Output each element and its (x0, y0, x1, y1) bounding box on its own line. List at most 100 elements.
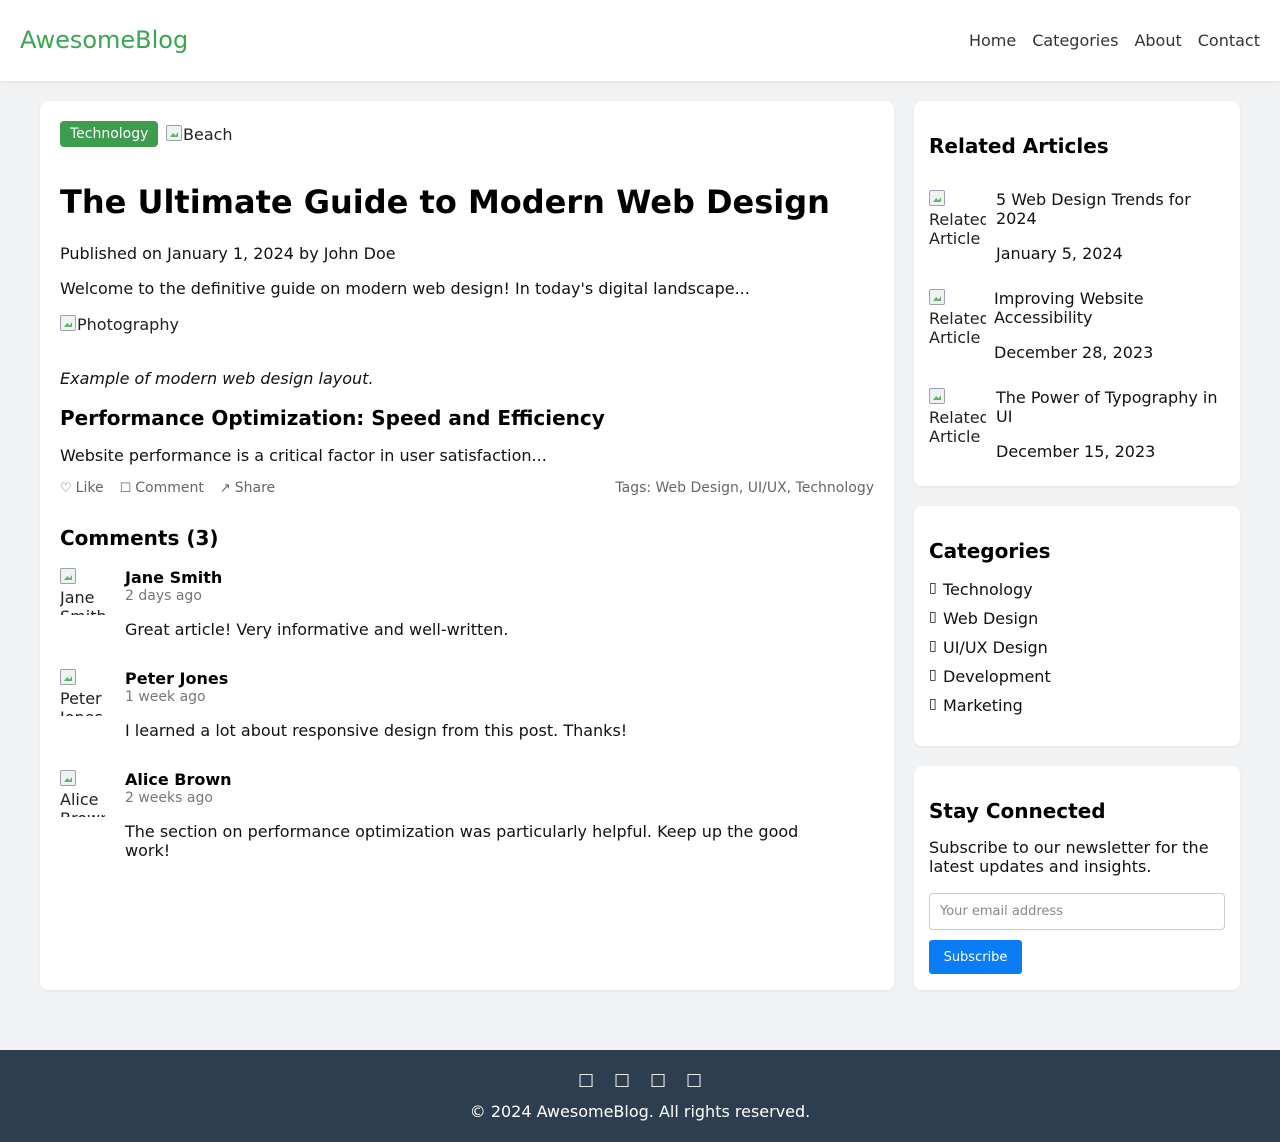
folder-icon: ▯ (929, 638, 937, 654)
category-label: Technology (943, 580, 1033, 599)
related-title[interactable]: The Power of Typography in UI (996, 388, 1226, 426)
category-item-technology[interactable]: ▯ Technology (929, 580, 1033, 599)
comment-author: Jane Smith (125, 568, 223, 587)
site-header: AwesomeBlog Home Categories About Contac… (0, 0, 1280, 81)
avatar-alt: Peter Jones (60, 689, 103, 716)
subscribe-button[interactable]: Subscribe (929, 940, 1022, 974)
related-thumb: Related Article 1 (929, 190, 986, 247)
related-date: January 5, 2024 (996, 244, 1123, 263)
category-item-marketing[interactable]: ▯ Marketing (929, 696, 1023, 715)
main-nav: Home Categories About Contact (969, 31, 1260, 50)
share-icon: ↗ (219, 480, 231, 496)
social-links: □ □ □ □ (0, 1070, 1280, 1090)
related-date: December 15, 2023 (996, 442, 1156, 461)
broken-image-icon (60, 669, 76, 685)
facebook-icon[interactable]: □ (578, 1070, 594, 1090)
hero-image-alt: Beach (183, 125, 233, 144)
related-title[interactable]: 5 Web Design Trends for 2024 (996, 190, 1226, 228)
categories-heading: Categories (929, 539, 1051, 563)
comment-text: I learned a lot about responsive design … (125, 721, 628, 740)
avatar-alt: Jane Smith (60, 588, 105, 615)
comment-time: 1 week ago (125, 689, 206, 705)
related-thumb-alt: Related Article 1 (929, 210, 986, 247)
folder-icon: ▯ (929, 609, 937, 625)
article-actions: ♡ Like ☐ Comment ↗ Share (60, 480, 275, 496)
article-intro: Welcome to the definitive guide on moder… (60, 279, 750, 298)
newsletter-text: Subscribe to our newsletter for the late… (929, 838, 1209, 876)
section-heading: Performance Optimization: Speed and Effi… (60, 406, 605, 430)
linkedin-icon[interactable]: □ (686, 1070, 702, 1090)
category-label: Web Design (943, 609, 1039, 628)
comment-author: Peter Jones (125, 669, 229, 688)
like-button[interactable]: ♡ Like (60, 480, 104, 496)
related-date: December 28, 2023 (994, 343, 1154, 362)
related-article-item[interactable]: Related Article 2 Improving Website Acce… (929, 289, 1229, 364)
category-label: Marketing (943, 696, 1023, 715)
article-tags: Tags: Web Design, UI/UX, Technology (615, 480, 874, 496)
site-footer: □ □ □ □ © 2024 AwesomeBlog. All rights r… (0, 1050, 1280, 1142)
nav-link-contact[interactable]: Contact (1198, 31, 1260, 50)
share-button[interactable]: ↗ Share (220, 480, 275, 496)
categories-card: Categories ▯ Technology ▯ Web Design ▯ UI/U… (914, 506, 1240, 746)
related-articles-card: Related Articles Related Article 1 5 Web… (914, 101, 1240, 486)
comment-icon: ☐ (119, 480, 132, 496)
category-item-web-design[interactable]: ▯ Web Design (929, 609, 1038, 628)
broken-image-icon (929, 388, 945, 404)
related-thumb: Related Article 2 (929, 289, 986, 346)
broken-image-icon (60, 315, 76, 331)
related-thumb: Related Article 3 (929, 388, 986, 445)
comment-item: Peter Jones Peter Jones 1 week ago I lea… (60, 669, 820, 759)
figure-image: Photography (60, 315, 179, 334)
comment-author: Alice Brown (125, 770, 232, 789)
site-logo[interactable]: AwesomeBlog (20, 26, 188, 54)
copyright: © 2024 AwesomeBlog. All rights reserved. (469, 1102, 811, 1121)
article-card: Technology Beach The Ultimate Guide to M… (40, 101, 894, 990)
folder-icon: ▯ (929, 696, 937, 712)
category-label: Development (943, 667, 1051, 686)
newsletter-heading: Stay Connected (929, 799, 1106, 823)
email-field[interactable] (929, 893, 1225, 930)
folder-icon: ▯ (929, 580, 937, 596)
twitter-icon[interactable]: □ (614, 1070, 630, 1090)
share-label: Share (234, 480, 276, 496)
broken-image-icon (166, 125, 182, 141)
instagram-icon[interactable]: □ (650, 1070, 666, 1090)
related-thumb-alt: Related Article 2 (929, 309, 986, 346)
figure-caption: Example of modern web design layout. (60, 369, 374, 388)
comment-button[interactable]: ☐ Comment (120, 480, 204, 496)
comment-item: Alice Brown Alice Brown 2 weeks ago The … (60, 770, 820, 880)
section-text: Website performance is a critical factor… (60, 446, 547, 465)
related-article-item[interactable]: Related Article 1 5 Web Design Trends fo… (929, 190, 1229, 265)
avatar: Alice Brown (60, 770, 105, 817)
category-item-ui-ux-design[interactable]: ▯ UI/UX Design (929, 638, 1048, 657)
broken-image-icon (929, 190, 945, 206)
related-thumb-alt: Related Article 3 (929, 408, 986, 445)
folder-icon: ▯ (929, 667, 937, 683)
nav-link-about[interactable]: About (1134, 31, 1181, 50)
comment-time: 2 days ago (125, 588, 202, 604)
heart-icon: ♡ (60, 480, 72, 496)
category-label: UI/UX Design (943, 638, 1048, 657)
like-label: Like (75, 480, 104, 496)
nav-link-categories[interactable]: Categories (1032, 31, 1118, 50)
related-title[interactable]: Improving Website Accessibility (994, 289, 1224, 327)
avatar: Peter Jones (60, 669, 105, 716)
category-item-development[interactable]: ▯ Development (929, 667, 1051, 686)
figure-image-alt: Photography (77, 315, 179, 334)
comment-text: The section on performance optimization … (125, 822, 799, 860)
related-article-item[interactable]: Related Article 3 The Power of Typograph… (929, 388, 1229, 463)
category-badge[interactable]: Technology (60, 121, 159, 147)
broken-image-icon (60, 568, 76, 584)
comment-item: Jane Smith Jane Smith 2 days ago Great a… (60, 568, 820, 658)
avatar-alt: Alice Brown (60, 790, 105, 817)
broken-image-icon (929, 289, 945, 305)
nav-link-home[interactable]: Home (969, 31, 1016, 50)
article-title: The Ultimate Guide to Modern Web Design (60, 183, 830, 221)
article-meta: Published on January 1, 2024 by John Doe (60, 244, 396, 263)
broken-image-icon (60, 770, 76, 786)
related-heading: Related Articles (929, 134, 1109, 158)
comment-text: Great article! Very informative and well… (125, 620, 509, 639)
comment-time: 2 weeks ago (125, 790, 213, 806)
newsletter-card: Stay Connected Subscribe to our newslett… (914, 766, 1240, 990)
comment-label: Comment (135, 480, 204, 496)
